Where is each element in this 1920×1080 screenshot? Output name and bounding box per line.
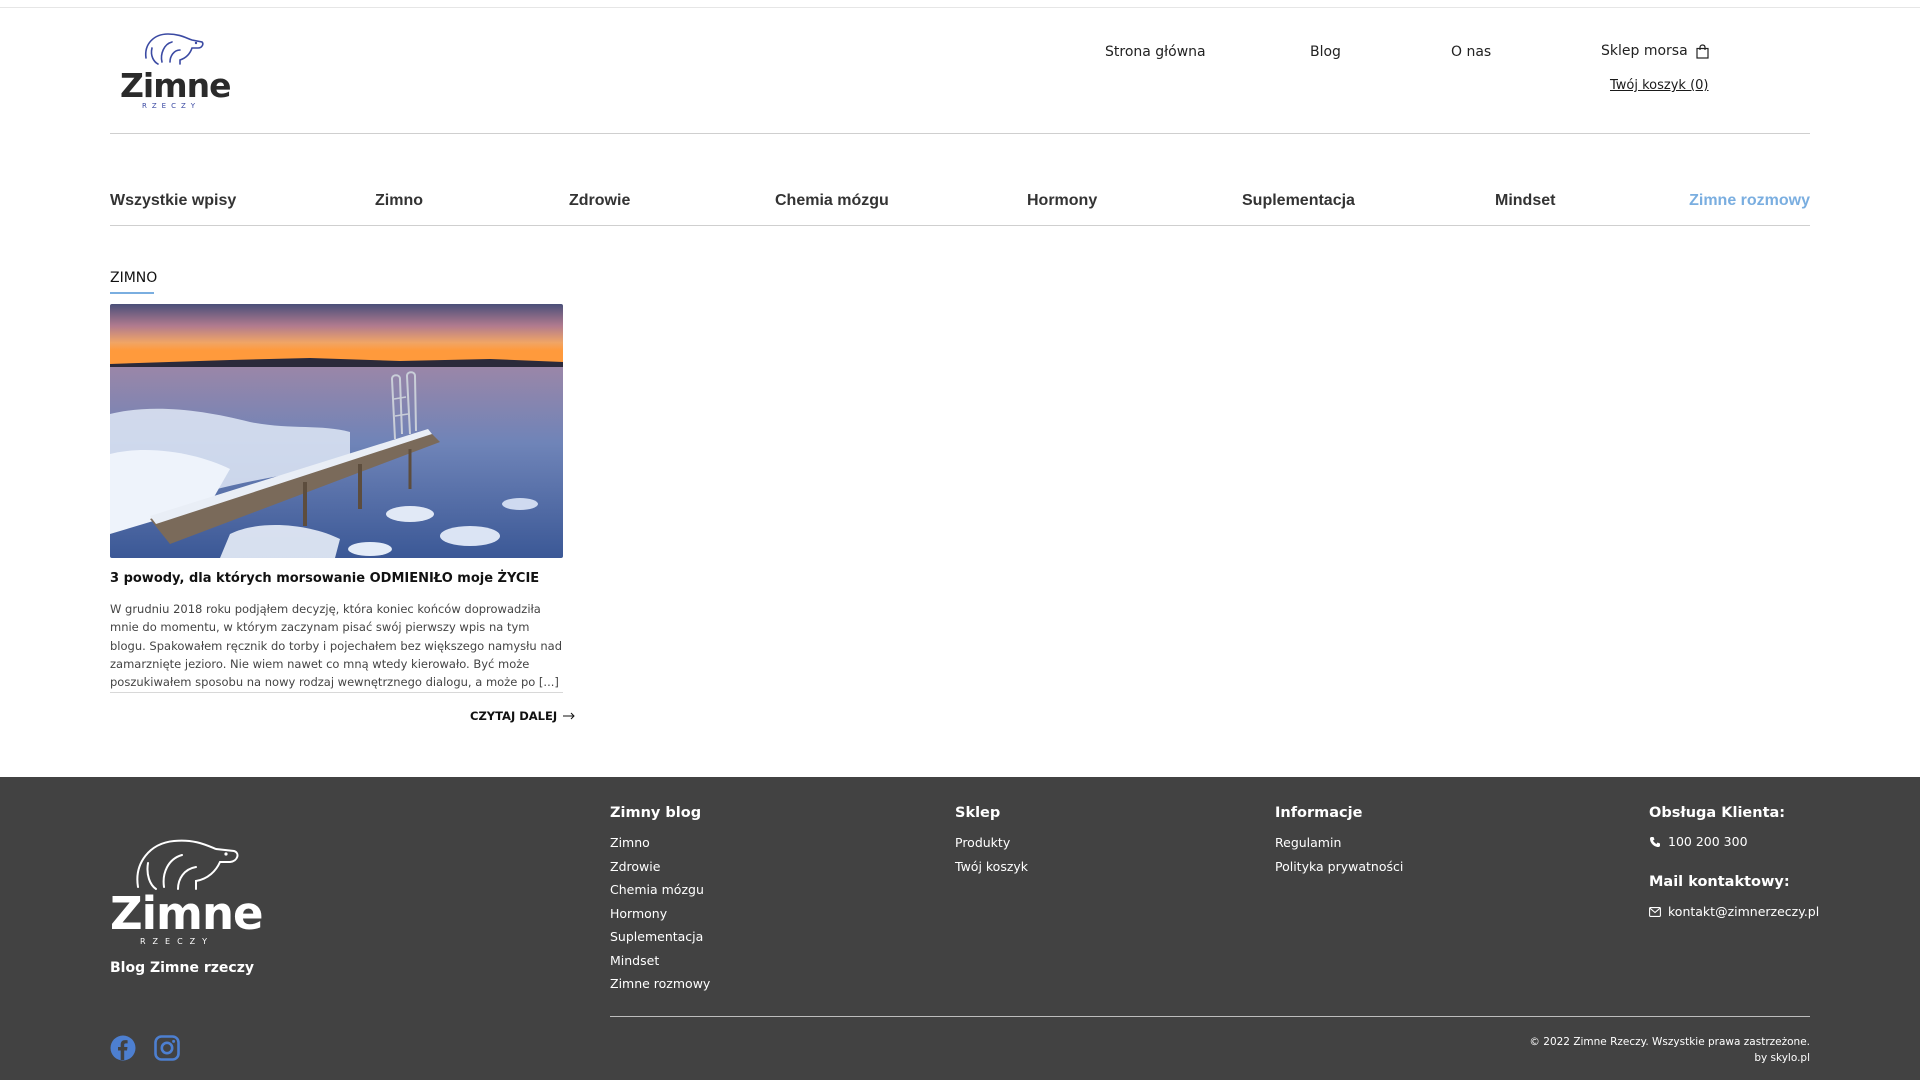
footer-logo-subtitle: RZECZY: [140, 937, 215, 946]
phone-icon: [1650, 836, 1660, 847]
post-excerpt: W grudniu 2018 roku podjąłem decyzję, kt…: [110, 602, 562, 690]
category-bar: Wszystkie wpisy Zimno Zdrowie Chemia móz…: [110, 192, 1810, 226]
bag-icon: [1696, 43, 1709, 59]
footer-info-list: Regulamin Polityka prywatności: [1275, 835, 1403, 882]
top-divider: [0, 7, 1920, 8]
section-heading: ZIMNO: [110, 270, 158, 286]
read-more-label: CZYTAJ DALEJ: [470, 709, 558, 723]
category-divider: [110, 225, 1810, 226]
category-zimne-rozmowy[interactable]: Zimne rozmowy: [1689, 192, 1810, 210]
footer-divider: [610, 1016, 1810, 1017]
footer-email-link[interactable]: kontakt@zimnerzeczy.pl: [1649, 904, 1819, 919]
footer-link-suplementacja[interactable]: Suplementacja: [610, 929, 703, 944]
footer-info-heading: Informacje: [1275, 805, 1363, 821]
footer-logo[interactable]: Zimne RZECZY: [110, 835, 263, 946]
read-more-link[interactable]: CZYTAJ DALEJ: [470, 709, 575, 723]
footer-blog-heading: Zimny blog: [610, 805, 702, 821]
instagram-icon: [154, 1035, 180, 1061]
footer-link-mindset[interactable]: Mindset: [610, 953, 659, 968]
footer-logo-wordmark: Zimne: [110, 887, 263, 940]
footer-link-regulamin[interactable]: Regulamin: [1275, 835, 1341, 850]
footer-link-chemia-mozgu[interactable]: Chemia mózgu: [610, 882, 704, 897]
category-hormony[interactable]: Hormony: [1027, 192, 1097, 210]
facebook-link[interactable]: [110, 1035, 138, 1063]
category-zimno[interactable]: Zimno: [375, 192, 423, 210]
category-chemia-mozgu[interactable]: Chemia mózgu: [775, 192, 889, 210]
footer-credit-link[interactable]: by skylo.pl: [1754, 1052, 1810, 1064]
footer-link-zimno[interactable]: Zimno: [610, 835, 650, 850]
polar-bear-logo: [144, 33, 204, 65]
site-footer: Zimne RZECZY Blog Zimne rzeczy Zimny blo…: [0, 777, 1920, 1080]
footer-link-zimne-rozmowy[interactable]: Zimne rozmowy: [610, 976, 710, 991]
category-zdrowie[interactable]: Zdrowie: [569, 192, 630, 210]
cart-link[interactable]: Twój koszyk (0): [1610, 78, 1709, 93]
footer-copyright-block: © 2022 Zimne Rzeczy. Wszystkie prawa zas…: [1529, 1034, 1810, 1066]
post-title[interactable]: 3 powody, dla których morsowanie ODMIENI…: [110, 571, 570, 586]
footer-link-zdrowie[interactable]: Zdrowie: [610, 859, 660, 874]
logo-subtitle: RZECZY: [142, 102, 201, 110]
polar-bear-logo: [136, 839, 239, 890]
post-image[interactable]: [110, 304, 563, 558]
category-suplementacja[interactable]: Suplementacja: [1242, 192, 1355, 210]
site-header: Zimne RZECZY: [110, 24, 1810, 134]
mail-icon: [1649, 906, 1661, 917]
post-divider: [110, 692, 563, 693]
nav-about-link[interactable]: O nas: [1451, 44, 1491, 60]
facebook-icon: [110, 1035, 136, 1061]
instagram-link[interactable]: [154, 1035, 182, 1063]
header-divider: [110, 133, 1810, 134]
section-underline: [110, 292, 154, 294]
footer-blog-name: Blog Zimne rzeczy: [110, 960, 254, 976]
footer-blog-list: Zimno Zdrowie Chemia mózgu Hormony Suple…: [610, 835, 710, 1000]
nav-shop-label: Sklep morsa: [1601, 43, 1688, 59]
footer-shop-heading: Sklep: [955, 805, 1001, 821]
footer-copyright: © 2022 Zimne Rzeczy. Wszystkie prawa zas…: [1529, 1036, 1810, 1048]
category-all[interactable]: Wszystkie wpisy: [110, 192, 236, 210]
footer-phone-link[interactable]: 100 200 300: [1649, 834, 1748, 849]
nav-blog-link[interactable]: Blog: [1310, 44, 1341, 60]
footer-shop-list: Produkty Twój koszyk: [955, 835, 1028, 882]
footer-phone-number: 100 200 300: [1668, 834, 1748, 849]
arrow-right-icon: [563, 712, 575, 720]
frozen-lake-pier-image: [110, 304, 563, 558]
footer-email-address: kontakt@zimnerzeczy.pl: [1668, 904, 1820, 919]
footer-mail-heading: Mail kontaktowy:: [1649, 874, 1790, 890]
nav-home-link[interactable]: Strona główna: [1105, 44, 1206, 60]
footer-link-produkty[interactable]: Produkty: [955, 835, 1010, 850]
site-logo[interactable]: Zimne RZECZY: [110, 28, 231, 110]
footer-support-heading: Obsługa Klienta:: [1649, 805, 1786, 821]
nav-shop-link[interactable]: Sklep morsa: [1601, 43, 1709, 59]
logo-wordmark: Zimne: [120, 66, 231, 105]
footer-link-cart[interactable]: Twój koszyk: [955, 859, 1028, 874]
footer-link-hormony[interactable]: Hormony: [610, 906, 667, 921]
footer-link-privacy[interactable]: Polityka prywatności: [1275, 859, 1403, 874]
category-mindset[interactable]: Mindset: [1495, 192, 1555, 210]
